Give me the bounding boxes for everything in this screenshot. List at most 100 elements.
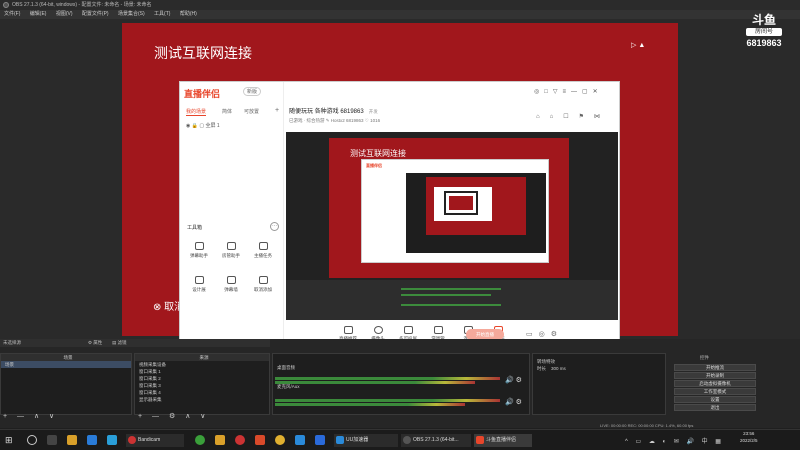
task-icon — [258, 242, 268, 250]
app-brand: 直播伴侣 — [184, 89, 221, 99]
menu-scene-collection[interactable]: 场景集合(S) — [118, 11, 145, 17]
transitions-panel: 转场特效 时长 300 ms — [532, 353, 666, 415]
chrome-icon[interactable] — [275, 435, 285, 445]
tool-tasks[interactable]: 主播任务 — [250, 242, 276, 259]
exit-button[interactable]: 退出 — [674, 404, 756, 411]
windows-start-icon[interactable]: ⊞ — [5, 435, 13, 446]
tool-label: 弹幕墙 — [224, 287, 238, 292]
tools-more-icon[interactable]: ··· — [270, 222, 279, 231]
window-controls[interactable]: ◎□▽≡—▢✕ — [534, 88, 603, 95]
scenes-panel: 场景 场景 — [0, 353, 132, 415]
logo-line2: 房间号 — [746, 28, 782, 36]
scene-item[interactable]: 场景 — [1, 361, 131, 368]
menu-tools[interactable]: 工具(T) — [154, 11, 170, 17]
no-source-bar: 未选择源 ⚙ 属性 ▤ 滤镜 — [0, 339, 270, 347]
sources-header: 来源 — [135, 354, 269, 361]
design-icon — [194, 276, 204, 284]
source-add-remove-icons[interactable]: + — ⚙ ∧ ∨ — [138, 412, 209, 420]
transition-select[interactable]: 转场特效 — [533, 358, 665, 365]
desktop-audio-meter — [275, 381, 475, 384]
task-view-icon[interactable] — [47, 435, 57, 445]
room-tag[interactable]: 开发 — [369, 109, 378, 114]
window-title: OBS 27.1.3 (64-bit, windows) - 配置文件: 未命名… — [12, 2, 152, 8]
taskbar-obs[interactable]: OBS 27.1.3 (64-bit... — [401, 434, 471, 447]
add-scene-icon[interactable]: + — [275, 107, 279, 114]
bandicam-icon — [128, 436, 136, 444]
taskbar-douyu[interactable]: 斗鱼直播伴侣 — [474, 434, 532, 447]
menu-view[interactable]: 视图(V) — [56, 11, 73, 17]
app-icon[interactable] — [215, 435, 225, 445]
tab-placeable[interactable]: 可放置 — [244, 108, 259, 115]
douyu-app-window: 直播伴侣 新版 我的场景 简体 可放置 + ◉ 🔒 ▢ 全屏 1 工具箱 ···… — [179, 81, 621, 369]
tool-design[interactable]: 设计展 — [186, 276, 212, 293]
app-icon[interactable] — [315, 435, 325, 445]
tab-my-scenes[interactable]: 我的场景 — [186, 108, 207, 116]
duration-label: 时长 — [537, 366, 546, 371]
properties-button[interactable]: ⚙ 属性 — [88, 339, 102, 347]
tool-label: 设计展 — [192, 287, 206, 292]
virtual-camera-button[interactable]: 启动虚拟摄像机 — [674, 380, 756, 387]
recursive-preview — [406, 173, 546, 253]
monitor-icon — [343, 326, 353, 334]
desktop-volume-icon[interactable]: 🔊 ⚙ — [505, 376, 522, 384]
scene-item[interactable]: ◉ 🔒 ▢ 全屏 1 — [186, 122, 220, 129]
search-icon[interactable] — [27, 435, 37, 445]
app-icon[interactable] — [107, 435, 117, 445]
taskbar-clock[interactable]: 23:56 2022/2/5 — [740, 430, 758, 444]
mic-volume-icon[interactable]: 🔊 ⚙ — [505, 398, 522, 406]
properties-label: 属性 — [93, 340, 103, 345]
tool-cancel-add[interactable]: 取消添加 — [250, 276, 276, 293]
app-icon[interactable] — [235, 435, 245, 445]
source-item[interactable]: 视频采集设备 — [135, 361, 269, 368]
source-item[interactable]: 窗口采集 1 — [135, 368, 269, 375]
taskbar-uu[interactable]: UU加速器 — [334, 434, 398, 447]
app-icon[interactable] — [255, 435, 265, 445]
recursive-core — [444, 191, 478, 215]
scene-add-remove-icons[interactable]: + — ∧ ∨ — [3, 412, 58, 420]
canvas-title: 测试互联网连接 — [154, 45, 252, 61]
tool-room-admin[interactable]: 房管助手 — [218, 242, 244, 259]
taskbar-app-label: UU加速器 — [346, 437, 369, 443]
mic-audio-meter — [275, 403, 465, 406]
grid-icon — [258, 276, 268, 284]
source-item[interactable]: 显示器采集 — [135, 396, 269, 403]
source-item[interactable]: 窗口采集 3 — [135, 382, 269, 389]
tool-danmu-helper[interactable]: 弹幕助手 — [186, 242, 212, 259]
app-left-panel: 直播伴侣 新版 我的场景 简体 可放置 + ◉ 🔒 ▢ 全屏 1 工具箱 ···… — [180, 82, 284, 369]
source-item[interactable]: 窗口采集 2 — [135, 375, 269, 382]
menu-help[interactable]: 帮助(H) — [180, 11, 197, 17]
menu-edit[interactable]: 编辑(E) — [30, 11, 47, 17]
mixer-desktop-label: 桌面音频 — [277, 365, 295, 370]
edge-icon[interactable] — [295, 435, 305, 445]
folder-icon[interactable] — [67, 435, 77, 445]
menu-profile[interactable]: 配置文件(P) — [82, 11, 109, 17]
menu-file[interactable]: 文件(F) — [4, 11, 20, 17]
toolbar-extra-icons[interactable]: ▭◎⚙ — [526, 330, 563, 338]
inner-mixer-strip — [286, 280, 618, 320]
start-recording-button[interactable]: 开始录制 — [674, 372, 756, 379]
obs-icon — [3, 2, 9, 8]
scenes-header: 场景 — [1, 354, 131, 361]
taskbar-app-label: OBS 27.1.3 (64-bit... — [413, 437, 459, 443]
source-item[interactable]: 窗口采集 4 — [135, 389, 269, 396]
tool-label: 取消添加 — [254, 287, 272, 292]
uu-icon — [336, 436, 344, 444]
settings-button[interactable]: 设置 — [674, 396, 756, 403]
filters-button[interactable]: ▤ 滤镜 — [112, 339, 127, 347]
tool-label: 房管助手 — [222, 253, 240, 258]
system-tray-icons[interactable]: ^ ▭ ☁ ◐ ✉ 🔊 中 ▦ — [625, 436, 724, 445]
studio-mode-button[interactable]: 工作室模式 — [674, 388, 756, 395]
tab-simple[interactable]: 简体 — [222, 108, 232, 115]
app-version-badge[interactable]: 新版 — [243, 87, 262, 96]
app-icon[interactable] — [87, 435, 97, 445]
duration-value[interactable]: 300 ms — [551, 366, 566, 371]
no-source-label: 未选择源 — [3, 340, 21, 345]
start-streaming-button[interactable]: 开始推流 — [674, 364, 756, 371]
taskbar: ⊞ Bandicam UU加速器 OBS 27.1.3 (64-bit... 斗… — [0, 429, 800, 450]
app-icon[interactable] — [195, 435, 205, 445]
taskbar-bandicam[interactable]: Bandicam — [126, 434, 184, 447]
room-action-icons[interactable]: ⌂⌂☐⚑⋈ — [536, 113, 610, 120]
tool-danmu-wall[interactable]: 弹幕墙 — [218, 276, 244, 293]
logo-room-number: 6819863 — [746, 38, 782, 48]
clock-time: 23:56 — [743, 431, 755, 436]
